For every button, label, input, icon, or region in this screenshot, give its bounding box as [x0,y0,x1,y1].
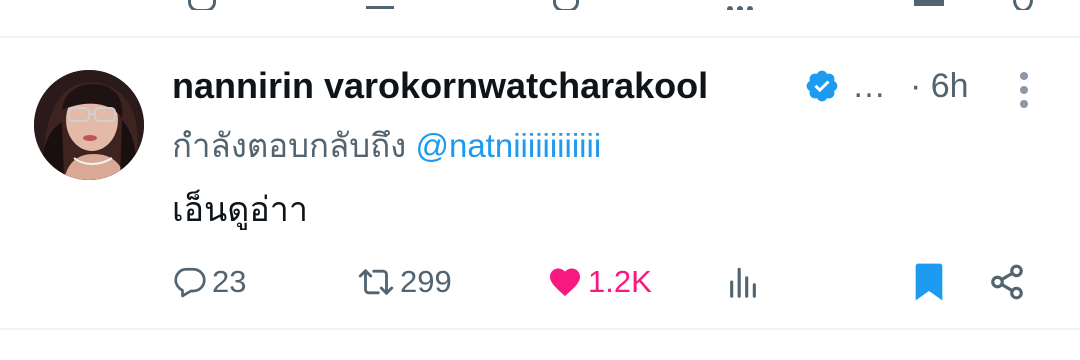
timestamp[interactable]: · 6h [910,66,969,106]
like-count: 1.2K [588,264,652,299]
bookmark-icon [915,263,943,301]
name-truncation-ellipsis: … [852,67,886,105]
reply-icon[interactable] [188,0,216,10]
display-name[interactable]: nannirin varokornwatcharakool [172,66,708,106]
retweet-button[interactable]: 299 [356,260,452,304]
replying-to: กำลังตอบกลับถึง @natniiiiiiiiiiii [172,126,601,166]
avatar-image [34,70,144,180]
views-button[interactable] [726,260,760,304]
reply-icon [174,267,206,298]
retweet-count: 299 [400,264,452,299]
replying-to-handle[interactable]: @natniiiiiiiiiiii [415,127,601,164]
avatar[interactable] [34,70,144,180]
heart-icon [550,268,580,297]
share-icon [991,264,1023,300]
share-icon[interactable] [1013,0,1033,10]
more-options-icon[interactable] [1014,70,1034,110]
like-button[interactable]: 1.2K [546,260,652,304]
share-button[interactable] [988,260,1026,304]
bottom-divider [0,328,1080,330]
retweet-icon[interactable] [366,0,394,9]
views-icon[interactable] [727,0,753,10]
bookmark-icon[interactable] [914,0,944,6]
replying-to-label: กำลังตอบกลับถึง [172,127,407,164]
verified-badge-icon [806,70,838,102]
tweet[interactable]: nannirin varokornwatcharakool … · 6h กำล… [0,38,1080,328]
heart-icon[interactable] [553,0,579,10]
retweet-icon [358,269,394,295]
reply-button[interactable]: 23 [172,260,246,304]
tweet-actions: 23 299 1.2K [172,260,1032,304]
tweet-header: nannirin varokornwatcharakool … · 6h [172,66,1052,108]
tweet-text: เอ็นดูอ่าา [172,191,308,229]
views-icon [730,267,756,298]
previous-tweet-actions [0,0,1080,10]
bookmark-button[interactable] [912,260,946,304]
reply-count: 23 [212,264,247,299]
